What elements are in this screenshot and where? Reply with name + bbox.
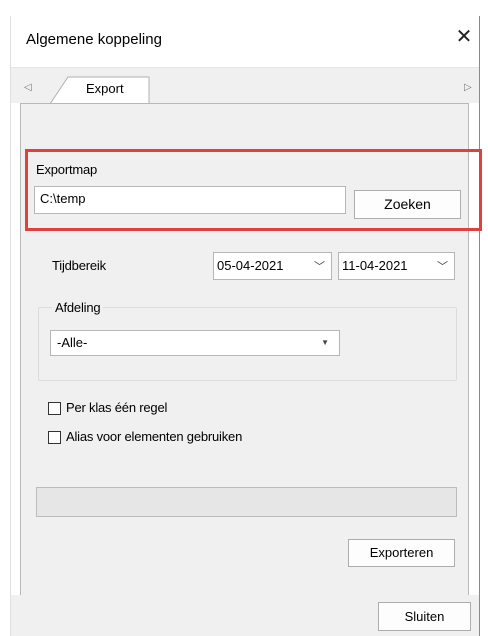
afdeling-selected-value: -Alle-: [57, 335, 88, 350]
exportmap-input[interactable]: C:\temp: [34, 186, 346, 214]
alias-checkbox[interactable]: [48, 431, 61, 444]
afdeling-select[interactable]: -Alle- ▼: [50, 330, 340, 356]
window-title: Algemene koppeling: [26, 31, 162, 48]
export-progress-bar: [36, 487, 457, 517]
tijdbereik-label: Tijdbereik: [52, 258, 106, 273]
chevron-down-icon[interactable]: ﹀: [437, 254, 448, 280]
exporteren-button[interactable]: Exporteren: [348, 539, 455, 567]
tab-scroll-left-icon[interactable]: ◁: [24, 82, 32, 93]
alias-label: Alias voor elementen gebruiken: [66, 429, 243, 444]
exportmap-label: Exportmap: [36, 162, 98, 177]
sluiten-button[interactable]: Sluiten: [378, 602, 471, 631]
chevron-down-icon[interactable]: ﹀: [314, 254, 325, 280]
afdeling-label: Afdeling: [52, 300, 104, 315]
date-to-value: 11-04-2021: [342, 258, 408, 273]
tab-scroll-right-icon[interactable]: ▷: [464, 82, 472, 93]
per-klas-label: Per klas één regel: [66, 400, 168, 415]
close-icon[interactable]: ✕: [452, 22, 476, 52]
date-to-picker[interactable]: 11-04-2021 ﹀: [338, 252, 455, 280]
zoeken-button[interactable]: Zoeken: [354, 190, 461, 219]
per-klas-checkbox[interactable]: [48, 402, 61, 415]
date-from-value: 05-04-2021: [217, 258, 284, 273]
tab-export-label: Export: [86, 81, 124, 96]
dropdown-arrow-icon[interactable]: ▼: [321, 331, 329, 355]
date-from-picker[interactable]: 05-04-2021 ﹀: [213, 252, 332, 280]
